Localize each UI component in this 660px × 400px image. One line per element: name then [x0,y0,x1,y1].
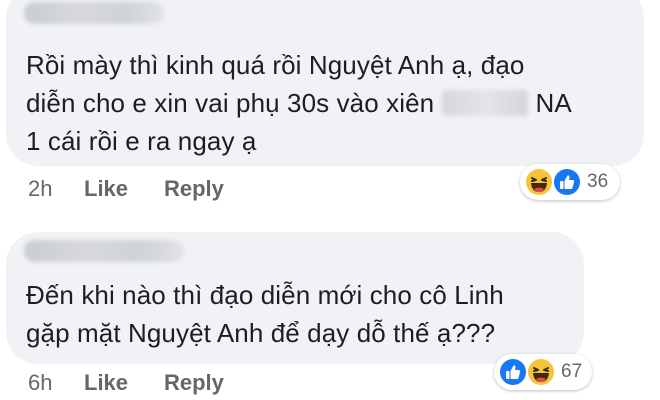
comment-actions: 6h Like Reply [28,370,224,396]
comment-line: 1 cái rồi e ra ngay ạ [26,126,257,156]
timestamp[interactable]: 6h [28,370,84,396]
comment-line: diễn cho e xin vai phụ 30s vào xiên NA [26,84,572,122]
author-name-redacted[interactable] [24,2,164,24]
comment-line: Rồi mày thì kinh quá rồi Nguyệt Anh ạ, đ… [26,50,525,80]
comment-actions: 2h Like Reply [28,176,224,202]
comment-line: Đến khi nào thì đạo diễn mới cho cô Linh [26,280,504,310]
comment-line: gặp mặt Nguyệt Anh để dạy dỗ thế ạ??? [26,318,496,348]
reply-button[interactable]: Reply [164,370,224,396]
comment-fragment: diễn cho e xin vai phụ 30s vào xiên [26,88,435,118]
comment-text: Rồi mày thì kinh quá rồi Nguyệt Anh ạ, đ… [26,46,572,160]
author-name-redacted[interactable] [24,240,184,262]
timestamp[interactable]: 2h [28,176,84,202]
reaction-count: 36 [587,171,609,192]
like-button[interactable]: Like [84,176,164,202]
comment-2: Đến khi nào thì đạo diễn mới cho cô Linh… [0,228,660,400]
comment-text: Đến khi nào thì đạo diễn mới cho cô Linh… [26,276,504,352]
reaction-summary[interactable]: 36 [520,164,620,200]
redacted-mention [441,90,528,116]
reply-button[interactable]: Reply [164,176,224,202]
haha-icon [525,356,557,388]
like-button[interactable]: Like [84,370,164,396]
reaction-summary[interactable]: 67 [494,354,592,390]
comment-1: Rồi mày thì kinh quá rồi Nguyệt Anh ạ, đ… [0,0,660,205]
reaction-count: 67 [561,361,583,382]
like-icon [551,166,583,198]
comment-fragment: NA [535,88,572,118]
